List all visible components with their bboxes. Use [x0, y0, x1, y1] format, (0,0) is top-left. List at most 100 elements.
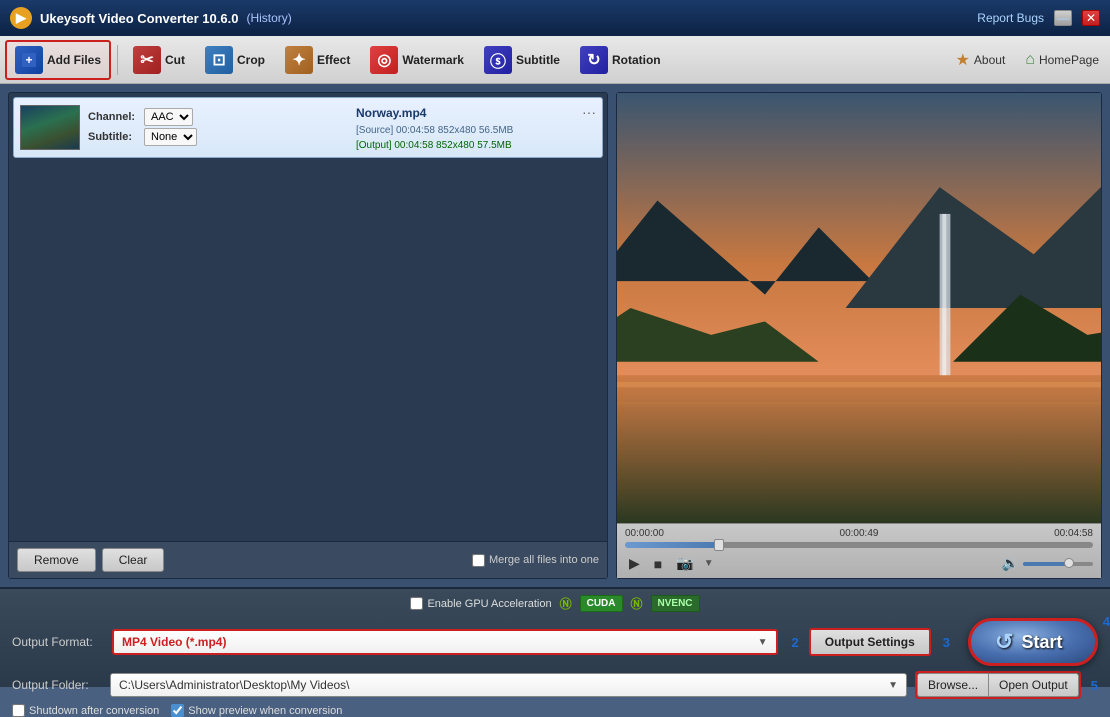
volume-thumb[interactable]	[1064, 558, 1074, 568]
folder-path: C:\Users\Administrator\Desktop\My Videos…	[119, 678, 350, 692]
preview-controls: 00:00:00 00:00:49 00:04:58 ▶ ■ 📷 ▼ 🔊	[617, 523, 1101, 578]
shutdown-check: Shutdown after conversion	[12, 704, 159, 717]
volume-area: 🔊	[1002, 555, 1093, 572]
output-settings-button[interactable]: Output Settings	[809, 628, 931, 656]
filelist-content: Channel: AAC Subtitle: None Norway	[9, 93, 607, 541]
volume-icon[interactable]: 🔊	[1002, 555, 1019, 572]
channel-row: Channel: AAC	[88, 108, 348, 126]
channel-select[interactable]: AAC	[144, 108, 193, 126]
homepage-button[interactable]: ⌂ HomePage	[1019, 47, 1105, 73]
format-select-wrap: MP4 Video (*.mp4) ▼	[112, 629, 778, 655]
toolbar-cut[interactable]: ✂ Cut	[124, 40, 194, 80]
subtitle-label: Subtitle:	[88, 131, 138, 143]
home-icon: ⌂	[1025, 51, 1035, 69]
titlebar-right: Report Bugs — ✕	[977, 10, 1100, 26]
output-folder-label: Output Folder:	[12, 678, 102, 692]
clear-button[interactable]: Clear	[102, 548, 165, 572]
toolbar-effect[interactable]: ✦ Effect	[276, 40, 359, 80]
remove-button[interactable]: Remove	[17, 548, 96, 572]
report-bugs-link[interactable]: Report Bugs	[977, 11, 1044, 25]
gpu-checkbox[interactable]	[410, 597, 423, 610]
nvidia-icon-1: Ⓝ	[560, 595, 572, 612]
format-select[interactable]: MP4 Video (*.mp4) ▼	[112, 629, 778, 655]
play-button[interactable]: ▶	[625, 553, 644, 574]
channel-label: Channel:	[88, 111, 138, 123]
output-format-label: Output Format:	[12, 635, 102, 649]
preview-checkbox[interactable]	[171, 704, 184, 717]
shutdown-checkbox[interactable]	[12, 704, 25, 717]
toolbar-add-files[interactable]: + Add Files	[5, 40, 111, 80]
watermark-icon: ◎	[370, 46, 398, 74]
file-source: [Source] 00:04:58 852x480 56.5MB	[356, 123, 596, 138]
preview-video[interactable]	[617, 93, 1101, 523]
screenshot-button[interactable]: 📷	[672, 553, 697, 574]
preview-progress-thumb[interactable]	[714, 539, 724, 551]
add-files-label: Add Files	[47, 53, 101, 67]
toolbar-subtitle[interactable]: ⓢ Subtitle	[475, 40, 569, 80]
file-info-col: Norway.mp4 ··· [Source] 00:04:58 852x480…	[356, 102, 596, 153]
subtitle-select[interactable]: None	[144, 128, 197, 146]
app-logo: ▶	[10, 7, 32, 29]
cut-icon: ✂	[133, 46, 161, 74]
merge-checkbox[interactable]	[472, 554, 485, 567]
titlebar-left: ▶ Ukeysoft Video Converter 10.6.0 (Histo…	[10, 7, 292, 29]
preview-scene	[617, 93, 1101, 523]
volume-bar[interactable]	[1023, 562, 1093, 566]
cut-label: Cut	[165, 53, 185, 67]
badge-4: 4	[1103, 614, 1110, 629]
folder-arrow-icon: ▼	[888, 680, 898, 691]
about-icon: ★	[956, 50, 970, 70]
preview-panel: 00:00:00 00:00:49 00:04:58 ▶ ■ 📷 ▼ 🔊	[616, 92, 1102, 579]
folder-select[interactable]: C:\Users\Administrator\Desktop\My Videos…	[110, 673, 907, 697]
preview-timeline: 00:00:00 00:00:49 00:04:58	[625, 528, 1093, 539]
start-label: Start	[1021, 632, 1062, 653]
start-wrap: ↺ Start 4	[968, 618, 1098, 666]
open-output-button[interactable]: Open Output	[989, 673, 1079, 697]
toolbar-watermark[interactable]: ◎ Watermark	[361, 40, 473, 80]
minimize-button[interactable]: —	[1054, 10, 1072, 26]
subtitle-icon: ⓢ	[484, 46, 512, 74]
start-icon: ↺	[995, 629, 1013, 655]
gpu-label: Enable GPU Acceleration	[427, 598, 551, 610]
merge-check: Merge all files into one	[472, 554, 599, 567]
watermark-label: Watermark	[402, 53, 464, 67]
merge-label: Merge all files into one	[489, 554, 599, 566]
options-row: Shutdown after conversion Show preview w…	[12, 704, 1098, 717]
file-output: [Output] 00:04:58 852x480 57.5MB	[356, 138, 596, 153]
svg-text:+: +	[25, 53, 32, 67]
nvidia-icon-2: Ⓝ	[631, 595, 643, 612]
toolbar-crop[interactable]: ⊡ Crop	[196, 40, 274, 80]
effect-label: Effect	[317, 53, 350, 67]
folder-row: Output Folder: C:\Users\Administrator\De…	[12, 671, 1098, 699]
preview-progress-bar[interactable]	[625, 542, 1093, 548]
subtitle-label: Subtitle	[516, 53, 560, 67]
gpu-acceleration-check: Enable GPU Acceleration	[410, 597, 551, 610]
screenshot-dropdown[interactable]: ▼	[704, 558, 714, 569]
format-value: MP4 Video (*.mp4)	[122, 635, 226, 649]
stop-button[interactable]: ■	[650, 554, 666, 574]
rotation-label: Rotation	[612, 53, 661, 67]
close-button[interactable]: ✕	[1082, 10, 1100, 26]
time-end: 00:04:58	[1054, 528, 1093, 539]
preview-progress-fill	[625, 542, 719, 548]
history-link[interactable]: (History)	[246, 11, 291, 25]
preview-label: Show preview when conversion	[188, 705, 342, 717]
time-start: 00:00:00	[625, 528, 664, 539]
format-arrow-icon: ▼	[758, 637, 768, 648]
start-button[interactable]: ↺ Start	[968, 618, 1098, 666]
filelist-footer: Remove Clear Merge all files into one	[9, 541, 607, 578]
toolbar-separator-1	[117, 45, 118, 75]
badge-3: 3	[943, 635, 950, 650]
browse-open-group: Browse... Open Output	[915, 671, 1081, 699]
browse-button[interactable]: Browse...	[917, 673, 989, 697]
file-options-btn[interactable]: ···	[582, 102, 596, 123]
format-start-row: Output Format: MP4 Video (*.mp4) ▼ 2 Out…	[12, 618, 1098, 666]
effect-icon: ✦	[285, 46, 313, 74]
about-button[interactable]: ★ About	[950, 46, 1012, 74]
rotation-icon: ↻	[580, 46, 608, 74]
toolbar-rotation[interactable]: ↻ Rotation	[571, 40, 670, 80]
preview-buttons: ▶ ■ 📷 ▼ 🔊	[625, 553, 1093, 574]
file-item[interactable]: Channel: AAC Subtitle: None Norway	[13, 97, 603, 158]
crop-label: Crop	[237, 53, 265, 67]
volume-fill	[1023, 562, 1069, 566]
